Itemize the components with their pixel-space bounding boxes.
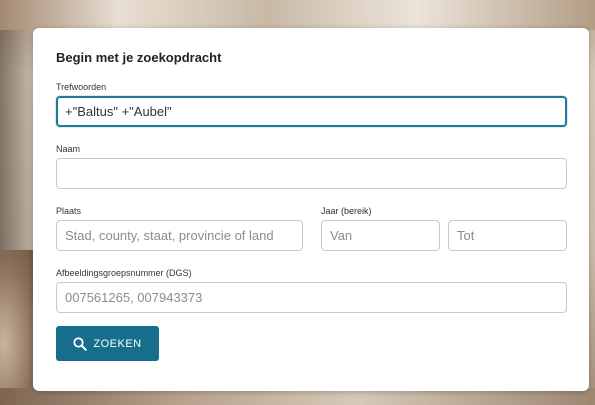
search-button[interactable]: ZOEKEN [56,326,159,361]
year-from-input[interactable] [321,220,440,251]
name-input[interactable] [56,158,567,189]
place-input[interactable] [56,220,303,251]
background-photo-top [0,0,595,30]
form-title: Begin met je zoekopdracht [56,50,222,65]
search-button-label: ZOEKEN [93,337,142,350]
dgs-input[interactable] [56,282,567,313]
year-range-label: Jaar (bereik) [321,206,372,216]
keywords-label: Trefwoorden [56,82,107,92]
keywords-input[interactable] [56,96,567,127]
year-to-input[interactable] [448,220,567,251]
place-label: Plaats [56,206,82,216]
search-form-card: Begin met je zoekopdracht Trefwoorden Na… [33,28,589,391]
name-label: Naam [56,144,81,154]
search-icon [73,336,88,351]
dgs-label: Afbeeldingsgroepsnummer (DGS) [56,268,192,278]
